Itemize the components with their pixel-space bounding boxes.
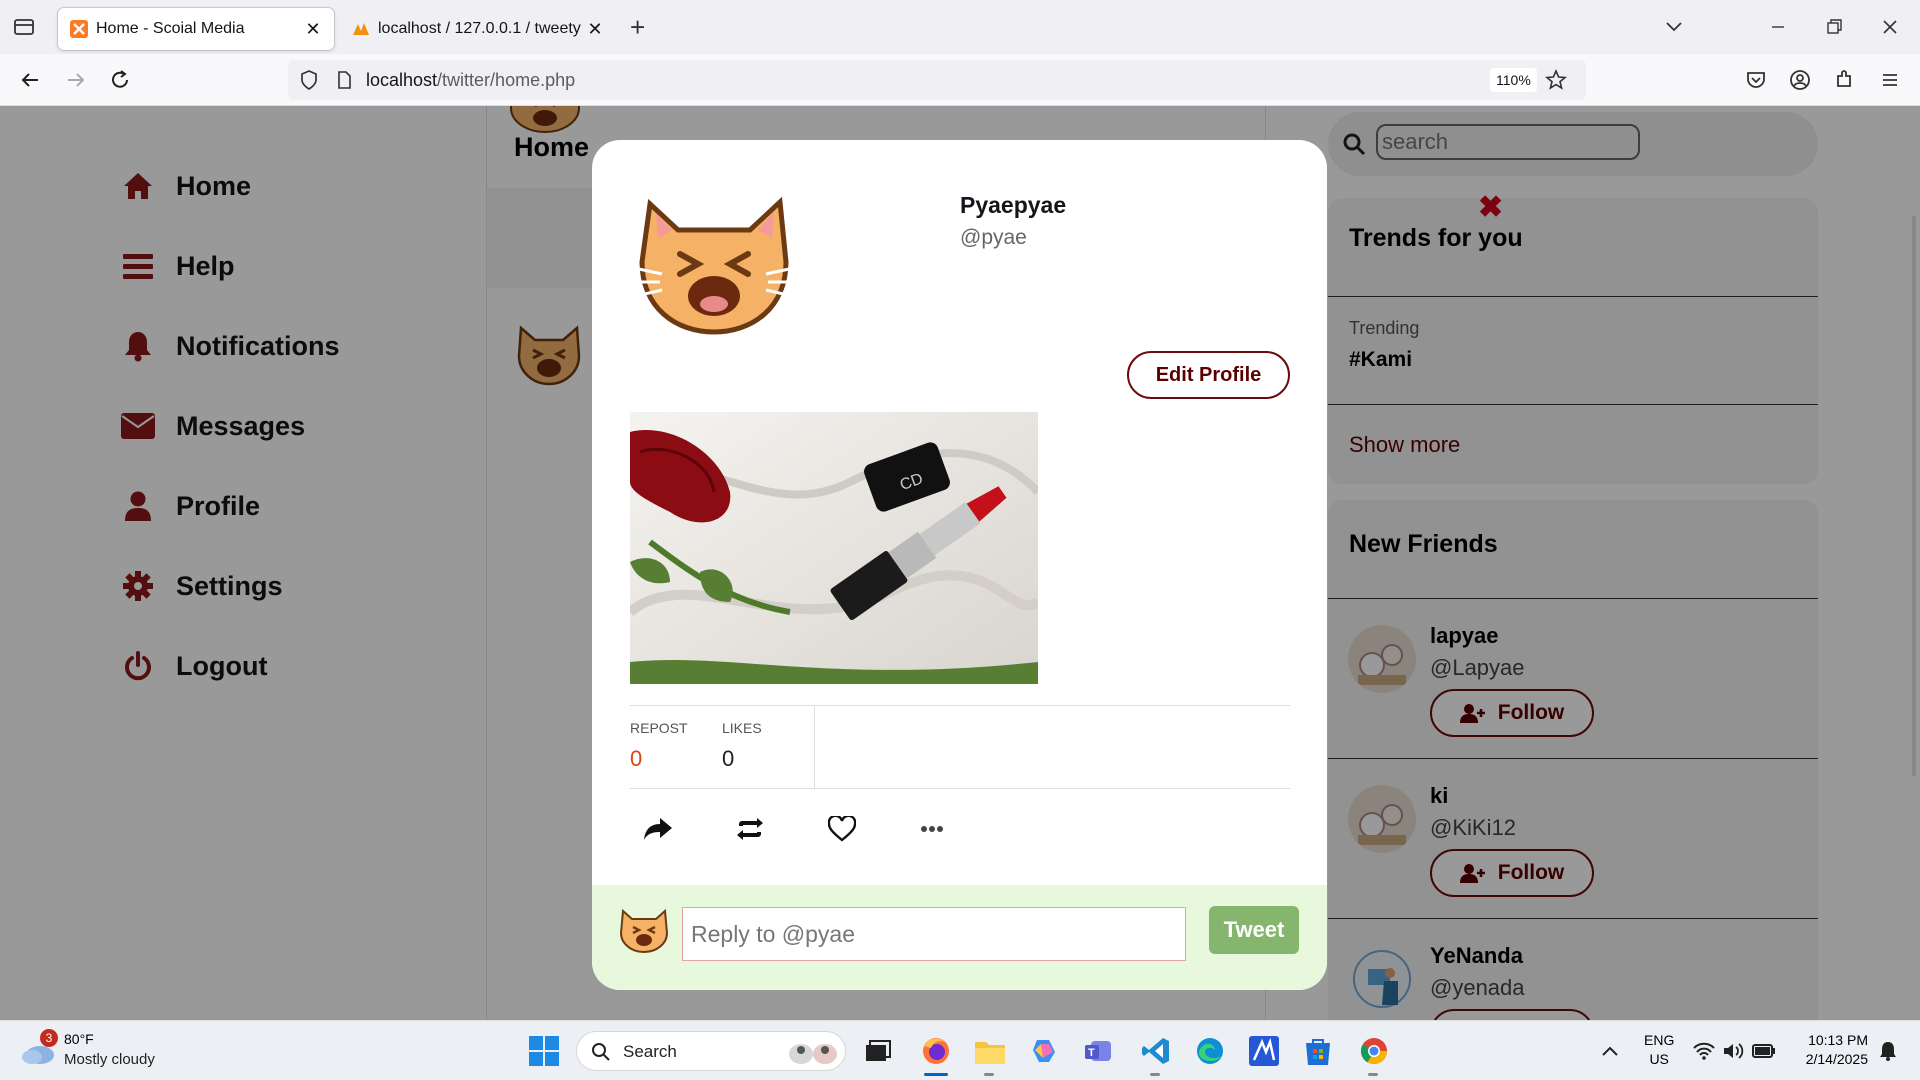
reply-bar: Reply to @pyae Tweet: [592, 885, 1327, 990]
language-code: ENG: [1644, 1032, 1675, 1048]
zoom-level[interactable]: 110%: [1490, 68, 1537, 92]
page-content: Home Help Notifications Messages Profile: [0, 106, 1920, 1020]
account-icon[interactable]: [1786, 66, 1814, 94]
divider: [630, 705, 1290, 706]
firefox-icon[interactable]: [918, 1033, 954, 1069]
svg-text:T: T: [1088, 1047, 1095, 1059]
browser-tab-bar: Home - Scoial Media ✕ localhost / 127.0.…: [0, 0, 1920, 54]
teams-icon[interactable]: T: [1080, 1033, 1116, 1069]
region-code: US: [1649, 1051, 1669, 1067]
store-icon[interactable]: [1300, 1033, 1336, 1069]
chevron-up-icon[interactable]: [1592, 1033, 1628, 1069]
likes-stat: LIKES 0: [722, 720, 762, 772]
edge-icon[interactable]: [1192, 1033, 1228, 1069]
running-indicator: [924, 1073, 948, 1076]
post-modal: Pyaepyae @pyae Edit Profile CD REPOST 0 …: [592, 140, 1327, 990]
chrome-icon[interactable]: [1356, 1033, 1392, 1069]
likes-label: LIKES: [722, 720, 762, 736]
profile-name: Pyaepyae: [960, 192, 1067, 218]
edit-profile-button[interactable]: Edit Profile: [1127, 351, 1290, 399]
copilot-icon[interactable]: [1026, 1033, 1062, 1069]
tab-home-social-media[interactable]: Home - Scoial Media ✕: [58, 8, 334, 50]
divider: [630, 788, 1290, 789]
tab-title: Home - Scoial Media: [96, 20, 245, 37]
cat-avatar-icon: [619, 908, 669, 953]
tab-close-icon[interactable]: ✕: [302, 18, 324, 40]
mathpix-icon[interactable]: [1246, 1033, 1282, 1069]
tracking-shield-icon[interactable]: [298, 69, 320, 91]
running-indicator: [1150, 1073, 1160, 1076]
repost-stat: REPOST 0: [630, 720, 688, 772]
pocket-icon[interactable]: [1742, 66, 1770, 94]
browser-nav-bar: localhost/twitter/home.php 110%: [0, 54, 1920, 106]
taskbar-search[interactable]: Search: [576, 1031, 846, 1071]
search-icon: [592, 1043, 610, 1061]
weather-alert-badge: 3: [40, 1029, 58, 1047]
xampp-favicon-icon: [70, 20, 88, 38]
running-indicator: [984, 1073, 994, 1076]
notifications-bell-icon[interactable]: [1870, 1033, 1906, 1069]
windows-taskbar: 3 80°F Mostly cloudy Search T ENG US 10:…: [0, 1020, 1920, 1080]
minimize-icon[interactable]: [1764, 14, 1792, 40]
repost-label: REPOST: [630, 720, 688, 736]
repost-count: 0: [630, 746, 643, 771]
back-icon[interactable]: [16, 66, 44, 94]
vscode-icon[interactable]: [1138, 1033, 1174, 1069]
clock-time: 10:13 PM: [1808, 1032, 1868, 1048]
weather-temp: 80°F: [64, 1031, 94, 1047]
divider: [814, 706, 815, 788]
taskbar-search-label: Search: [623, 1042, 677, 1061]
clock[interactable]: 10:13 PM 2/14/2025: [1796, 1031, 1868, 1069]
running-indicator: [1368, 1073, 1378, 1076]
phpmyadmin-favicon-icon: [353, 23, 369, 35]
weather-widget[interactable]: 3 80°F Mostly cloudy: [20, 1029, 180, 1073]
cat-avatar-icon: [632, 196, 796, 335]
task-view-icon[interactable]: [860, 1033, 896, 1069]
retweet-icon[interactable]: [732, 812, 768, 846]
page-info-icon[interactable]: [334, 70, 354, 90]
more-options-icon[interactable]: [914, 812, 950, 846]
tab-list-icon[interactable]: [10, 14, 38, 40]
extensions-icon[interactable]: [1830, 66, 1858, 94]
tab-phpmyadmin[interactable]: localhost / 127.0.0.1 / tweety / u ✕: [340, 8, 604, 50]
address-bar[interactable]: localhost/twitter/home.php 110%: [288, 60, 1586, 100]
weather-desc: Mostly cloudy: [64, 1051, 155, 1068]
new-tab-button[interactable]: +: [630, 14, 645, 40]
tab-title: localhost / 127.0.0.1 / tweety / u: [378, 20, 583, 37]
bookmark-star-icon[interactable]: [1544, 68, 1568, 92]
restore-icon[interactable]: [1820, 14, 1848, 40]
input-language[interactable]: ENG US: [1644, 1031, 1674, 1069]
share-icon[interactable]: [640, 812, 676, 846]
likes-count: 0: [722, 746, 735, 771]
heart-icon[interactable]: [824, 812, 860, 846]
close-window-icon[interactable]: [1876, 14, 1904, 40]
clock-date: 2/14/2025: [1805, 1051, 1868, 1067]
url-text: localhost/twitter/home.php: [366, 70, 576, 90]
app-menu-icon[interactable]: [1876, 66, 1904, 94]
page-scrollbar[interactable]: [1912, 216, 1916, 776]
post-image[interactable]: CD: [630, 412, 1038, 684]
tweet-button[interactable]: Tweet: [1209, 906, 1299, 954]
reply-input[interactable]: Reply to @pyae: [682, 907, 1186, 961]
battery-icon[interactable]: [1746, 1033, 1782, 1069]
profile-handle: @pyae: [960, 226, 1027, 249]
file-explorer-icon[interactable]: [972, 1033, 1008, 1069]
windows-start-icon[interactable]: [526, 1033, 562, 1069]
search-highlight-icon: [789, 1044, 837, 1064]
list-all-tabs-icon[interactable]: [1660, 14, 1688, 40]
forward-icon[interactable]: [62, 66, 90, 94]
reload-icon[interactable]: [106, 66, 134, 94]
tab-close-icon[interactable]: ✕: [584, 18, 606, 40]
